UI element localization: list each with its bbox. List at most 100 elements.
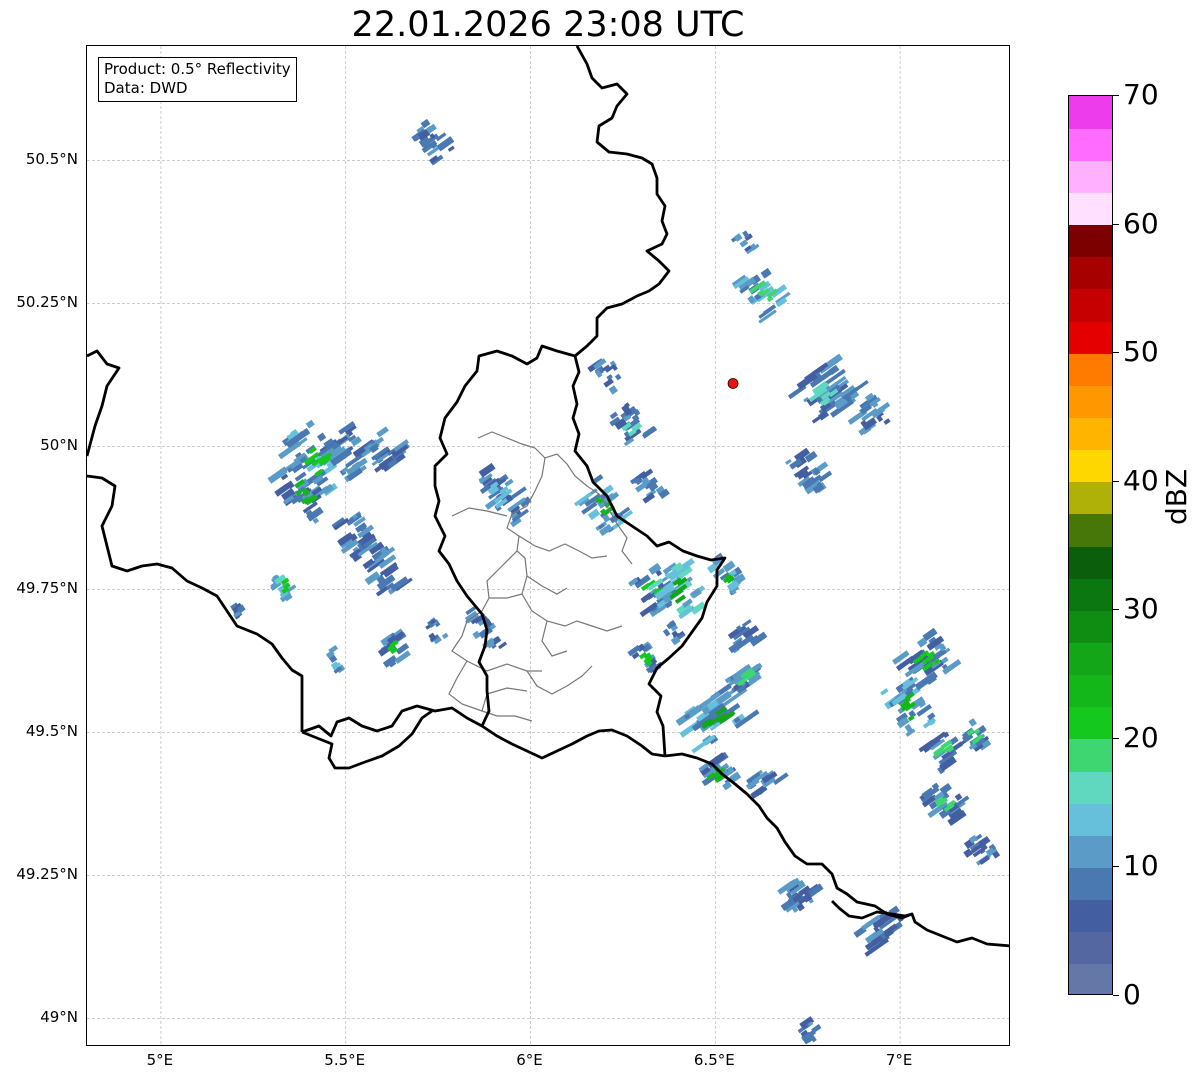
echo-cell bbox=[325, 644, 346, 674]
echo-pixel bbox=[472, 630, 481, 640]
district-line bbox=[521, 557, 623, 632]
echo-pixel bbox=[498, 641, 508, 650]
colorbar-tick-label: 40 bbox=[1123, 463, 1159, 497]
colorbar-segment bbox=[1069, 578, 1112, 611]
colorbar-segment bbox=[1069, 706, 1112, 740]
echo-pixel bbox=[478, 462, 496, 478]
lon-tick-label: 6.5°E bbox=[693, 1051, 735, 1069]
border-line bbox=[87, 349, 121, 457]
colorbar-segment bbox=[1069, 835, 1112, 869]
echo-cell bbox=[963, 833, 1001, 866]
lat-tick-label: 49.75°N bbox=[16, 579, 78, 598]
colorbar bbox=[1068, 95, 1113, 995]
echo-cell bbox=[727, 619, 768, 654]
echo-cell bbox=[270, 574, 297, 603]
echo-cell bbox=[425, 617, 449, 645]
echo-pixel bbox=[305, 419, 315, 429]
echo-pixel bbox=[789, 458, 803, 470]
echo-pixel bbox=[741, 619, 752, 628]
echo-cell bbox=[787, 353, 869, 424]
echo-pixel bbox=[441, 632, 449, 640]
colorbar-segment bbox=[1069, 963, 1112, 994]
echo-cell bbox=[478, 462, 532, 528]
echo-pixel bbox=[614, 373, 622, 381]
echo-pixel bbox=[760, 267, 772, 279]
border-line bbox=[664, 752, 1009, 948]
colorbar-tick-mark bbox=[1113, 95, 1119, 96]
colorbar-segment bbox=[1069, 546, 1112, 579]
echo-cell bbox=[574, 474, 634, 537]
colorbar-segment bbox=[1069, 96, 1112, 129]
district-line bbox=[526, 575, 568, 595]
echo-cell bbox=[587, 358, 622, 395]
colorbar-tick-mark bbox=[1113, 223, 1119, 225]
echo-pixel bbox=[447, 145, 455, 152]
lat-tick-label: 49°N bbox=[40, 1008, 78, 1027]
lat-tick-label: 49.25°N bbox=[16, 865, 78, 884]
reflectivity-layer bbox=[230, 118, 1001, 1045]
data-source-label: Data: DWD bbox=[104, 79, 188, 97]
colorbar-tick-mark bbox=[1113, 737, 1119, 739]
colorbar-segment bbox=[1069, 224, 1112, 258]
colorbar-segment bbox=[1069, 738, 1112, 772]
lon-tick-label: 7°E bbox=[885, 1051, 913, 1069]
colorbar-segment bbox=[1069, 803, 1112, 836]
colorbar-tick-label: 50 bbox=[1123, 335, 1159, 369]
echo-cell bbox=[675, 683, 760, 754]
colorbar-tick-label: 10 bbox=[1123, 849, 1159, 883]
colorbar-segment bbox=[1069, 513, 1112, 547]
radar-site-marker[interactable] bbox=[727, 378, 739, 389]
border-line bbox=[574, 46, 671, 358]
colorbar-segment bbox=[1069, 867, 1112, 901]
echo-cell bbox=[698, 751, 742, 791]
colorbar-tick-mark bbox=[1113, 480, 1119, 482]
colorbar-segment bbox=[1069, 256, 1112, 290]
radar-map[interactable] bbox=[86, 45, 1010, 1046]
district-line bbox=[526, 665, 593, 695]
lon-tick-label: 5.5°E bbox=[324, 1051, 366, 1069]
colorbar-segment bbox=[1069, 288, 1112, 322]
colorbar-segment bbox=[1069, 385, 1112, 419]
colorbar-tick-mark bbox=[1113, 609, 1119, 611]
colorbar-segment bbox=[1069, 160, 1112, 194]
echo-pixel bbox=[880, 688, 889, 696]
lat-tick-label: 49.5°N bbox=[25, 722, 78, 741]
echo-cell bbox=[377, 628, 411, 668]
echo-cell bbox=[797, 1016, 822, 1045]
lon-tick-label: 5°E bbox=[146, 1051, 174, 1069]
echo-pixel bbox=[364, 571, 381, 586]
district-line bbox=[541, 620, 568, 657]
colorbar-segment bbox=[1069, 449, 1112, 483]
district-line bbox=[518, 535, 608, 559]
colorbar-segment bbox=[1069, 931, 1112, 965]
colorbar-segment bbox=[1069, 321, 1112, 354]
echo-pixel bbox=[722, 780, 732, 791]
echo-cell bbox=[918, 731, 969, 775]
echo-pixel bbox=[691, 734, 716, 754]
echo-cell bbox=[411, 118, 455, 166]
country-borders bbox=[87, 46, 1009, 948]
echo-pixel bbox=[640, 592, 653, 604]
colorbar-tick-mark bbox=[1113, 866, 1119, 868]
border-line bbox=[301, 709, 433, 770]
echo-pixel bbox=[317, 432, 327, 442]
echo-pixel bbox=[608, 385, 619, 395]
product-info-box: Product: 0.5° Reflectivity Data: DWD bbox=[98, 57, 297, 102]
echo-pixel bbox=[785, 459, 792, 465]
lat-tick-label: 50.5°N bbox=[25, 150, 78, 169]
colorbar-segment bbox=[1069, 642, 1112, 676]
lat-tick-label: 50°N bbox=[40, 436, 78, 455]
echo-cell bbox=[627, 641, 663, 674]
colorbar-segment bbox=[1069, 674, 1112, 708]
echo-pixel bbox=[376, 426, 389, 438]
district-line bbox=[451, 550, 542, 672]
border-line bbox=[571, 355, 727, 757]
echo-pixel bbox=[587, 508, 601, 521]
map-canvas bbox=[87, 46, 1009, 1045]
echo-cell bbox=[731, 267, 791, 324]
echo-cell bbox=[919, 782, 970, 827]
colorbar-tick-label: 60 bbox=[1123, 206, 1159, 240]
colorbar-segment bbox=[1069, 353, 1112, 386]
echo-cell bbox=[785, 447, 833, 495]
colorbar-unit-label: dBZ bbox=[1160, 468, 1193, 525]
